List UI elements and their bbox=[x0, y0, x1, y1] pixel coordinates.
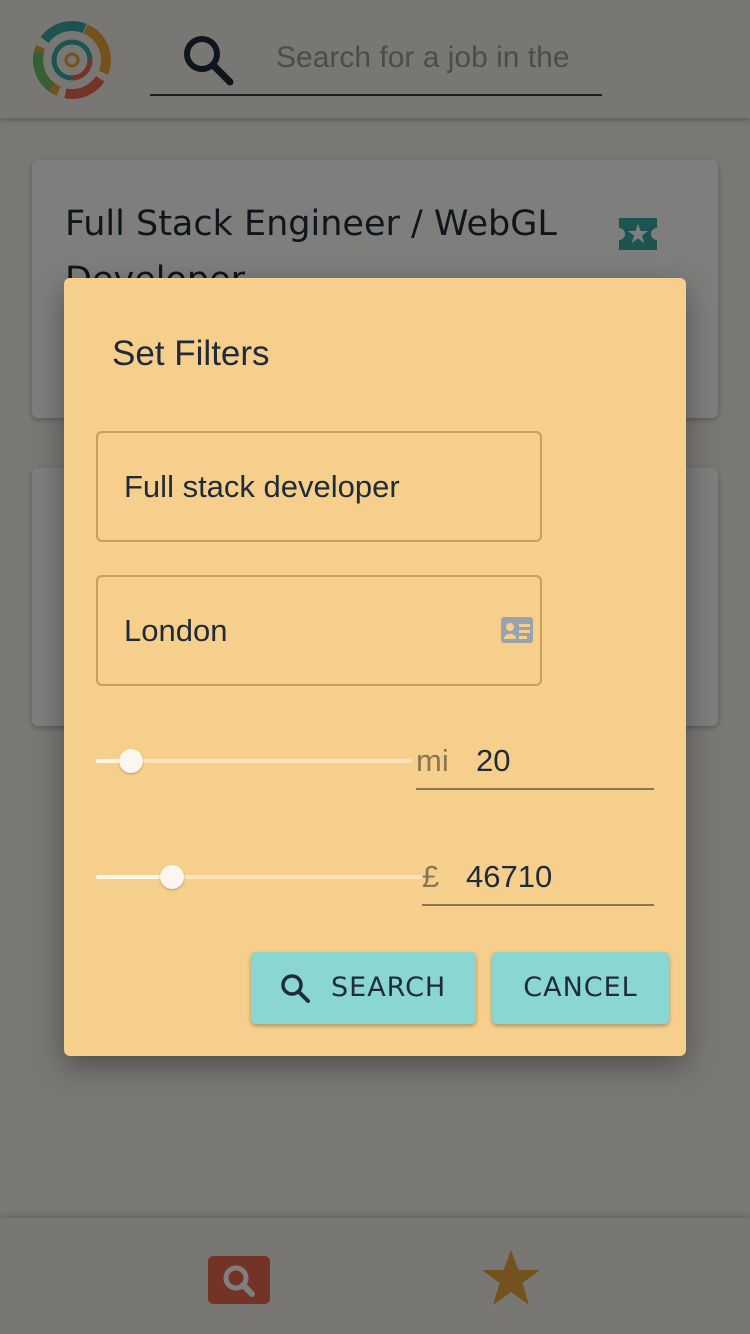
location-value: London bbox=[124, 613, 228, 648]
location-field[interactable]: London bbox=[96, 575, 542, 686]
slider-thumb[interactable] bbox=[119, 749, 143, 773]
salary-unit: £ bbox=[422, 859, 440, 894]
distance-field[interactable]: mi 20 bbox=[416, 734, 654, 790]
filters-dialog: Set Filters Full stack developer London … bbox=[64, 278, 686, 1056]
salary-value: 46710 bbox=[466, 859, 553, 894]
search-button-label: SEARCH bbox=[331, 972, 447, 1003]
slider-thumb[interactable] bbox=[160, 865, 184, 889]
keyword-field[interactable]: Full stack developer bbox=[96, 431, 542, 542]
cancel-button-label: CANCEL bbox=[523, 972, 638, 1003]
salary-slider[interactable] bbox=[96, 865, 422, 889]
distance-slider[interactable] bbox=[96, 749, 412, 773]
keyword-value: Full stack developer bbox=[124, 469, 400, 504]
search-button[interactable]: SEARCH bbox=[251, 952, 476, 1024]
dialog-title: Set Filters bbox=[112, 334, 270, 373]
search-icon bbox=[281, 974, 310, 1003]
distance-unit: mi bbox=[416, 743, 449, 778]
cancel-button[interactable]: CANCEL bbox=[492, 952, 669, 1024]
slider-track bbox=[96, 759, 412, 763]
salary-field[interactable]: £ 46710 bbox=[422, 850, 654, 906]
distance-value: 20 bbox=[476, 743, 511, 778]
contact-card-icon[interactable] bbox=[500, 615, 534, 645]
